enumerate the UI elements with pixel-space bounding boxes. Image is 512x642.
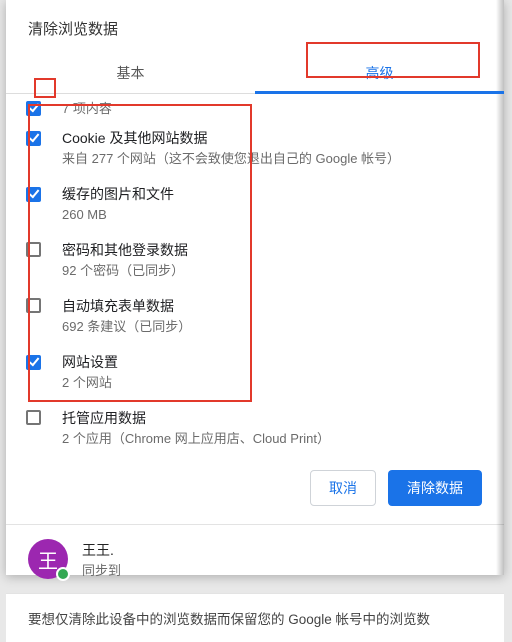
- row-sub: 7 项内容: [62, 98, 484, 118]
- dialog-title: 清除浏览数据: [6, 0, 504, 53]
- row-title: 缓存的图片和文件: [62, 184, 484, 204]
- tab-underline: [255, 91, 504, 94]
- cancel-button[interactable]: 取消: [310, 470, 376, 506]
- sync-badge-icon: [56, 567, 70, 581]
- row-sub: 来自 277 个网站（这不会致使您退出自己的 Google 帐号）: [62, 148, 484, 168]
- row-title: 网站设置: [62, 352, 484, 372]
- row-title: 密码和其他登录数据: [62, 240, 484, 260]
- tab-basic[interactable]: 基本: [6, 53, 255, 93]
- button-row: 取消 清除数据: [6, 456, 504, 524]
- footer-message: 要想仅清除此设备中的浏览数据而保留您的 Google 帐号中的浏览数: [6, 594, 504, 642]
- row-sub: 260 MB: [62, 204, 484, 224]
- checkbox-autofill[interactable]: [26, 298, 41, 313]
- checkbox-cookies[interactable]: [26, 131, 41, 146]
- row-title: 自动填充表单数据: [62, 296, 484, 316]
- row-passwords: 密码和其他登录数据 92 个密码（已同步）: [6, 232, 504, 288]
- account-name: 王王.: [82, 540, 121, 560]
- row-sub: 692 条建议（已同步）: [62, 316, 484, 336]
- avatar-initial: 王: [38, 545, 58, 574]
- row-title: 托管应用数据: [62, 408, 484, 428]
- row-sub: 92 个密码（已同步）: [62, 260, 484, 280]
- avatar: 王: [28, 539, 68, 579]
- options-list: 下载记录 7 项内容 Cookie 及其他网站数据 来自 277 个网站（这不会…: [6, 94, 504, 456]
- clear-browsing-data-dialog: 清除浏览数据 基本 高级 下载记录 7 项内容 Cookie 及其他网站数据 来…: [6, 0, 504, 575]
- row-cache: 缓存的图片和文件 260 MB: [6, 176, 504, 232]
- account-block: 王 王王. 同步到: [6, 525, 504, 593]
- row-sub: 2 个网站: [62, 372, 484, 392]
- checkbox-download-history[interactable]: [26, 101, 41, 116]
- tabs: 基本 高级: [6, 53, 504, 94]
- row-cookies: Cookie 及其他网站数据 来自 277 个网站（这不会致使您退出自己的 Go…: [6, 120, 504, 176]
- checkbox-hosted-apps[interactable]: [26, 410, 41, 425]
- checkbox-site-settings[interactable]: [26, 355, 41, 370]
- row-download-history: 下载记录 7 项内容: [6, 94, 504, 120]
- clear-data-button[interactable]: 清除数据: [388, 470, 482, 506]
- checkbox-cache[interactable]: [26, 187, 41, 202]
- account-sub: 同步到: [82, 560, 121, 579]
- row-sub: 2 个应用（Chrome 网上应用店、Cloud Print）: [62, 428, 484, 448]
- row-hosted-apps: 托管应用数据 2 个应用（Chrome 网上应用店、Cloud Print）: [6, 400, 504, 456]
- row-title: Cookie 及其他网站数据: [62, 128, 484, 148]
- row-autofill: 自动填充表单数据 692 条建议（已同步）: [6, 288, 504, 344]
- tab-advanced[interactable]: 高级: [255, 53, 504, 93]
- checkbox-passwords[interactable]: [26, 242, 41, 257]
- row-site-settings: 网站设置 2 个网站: [6, 344, 504, 400]
